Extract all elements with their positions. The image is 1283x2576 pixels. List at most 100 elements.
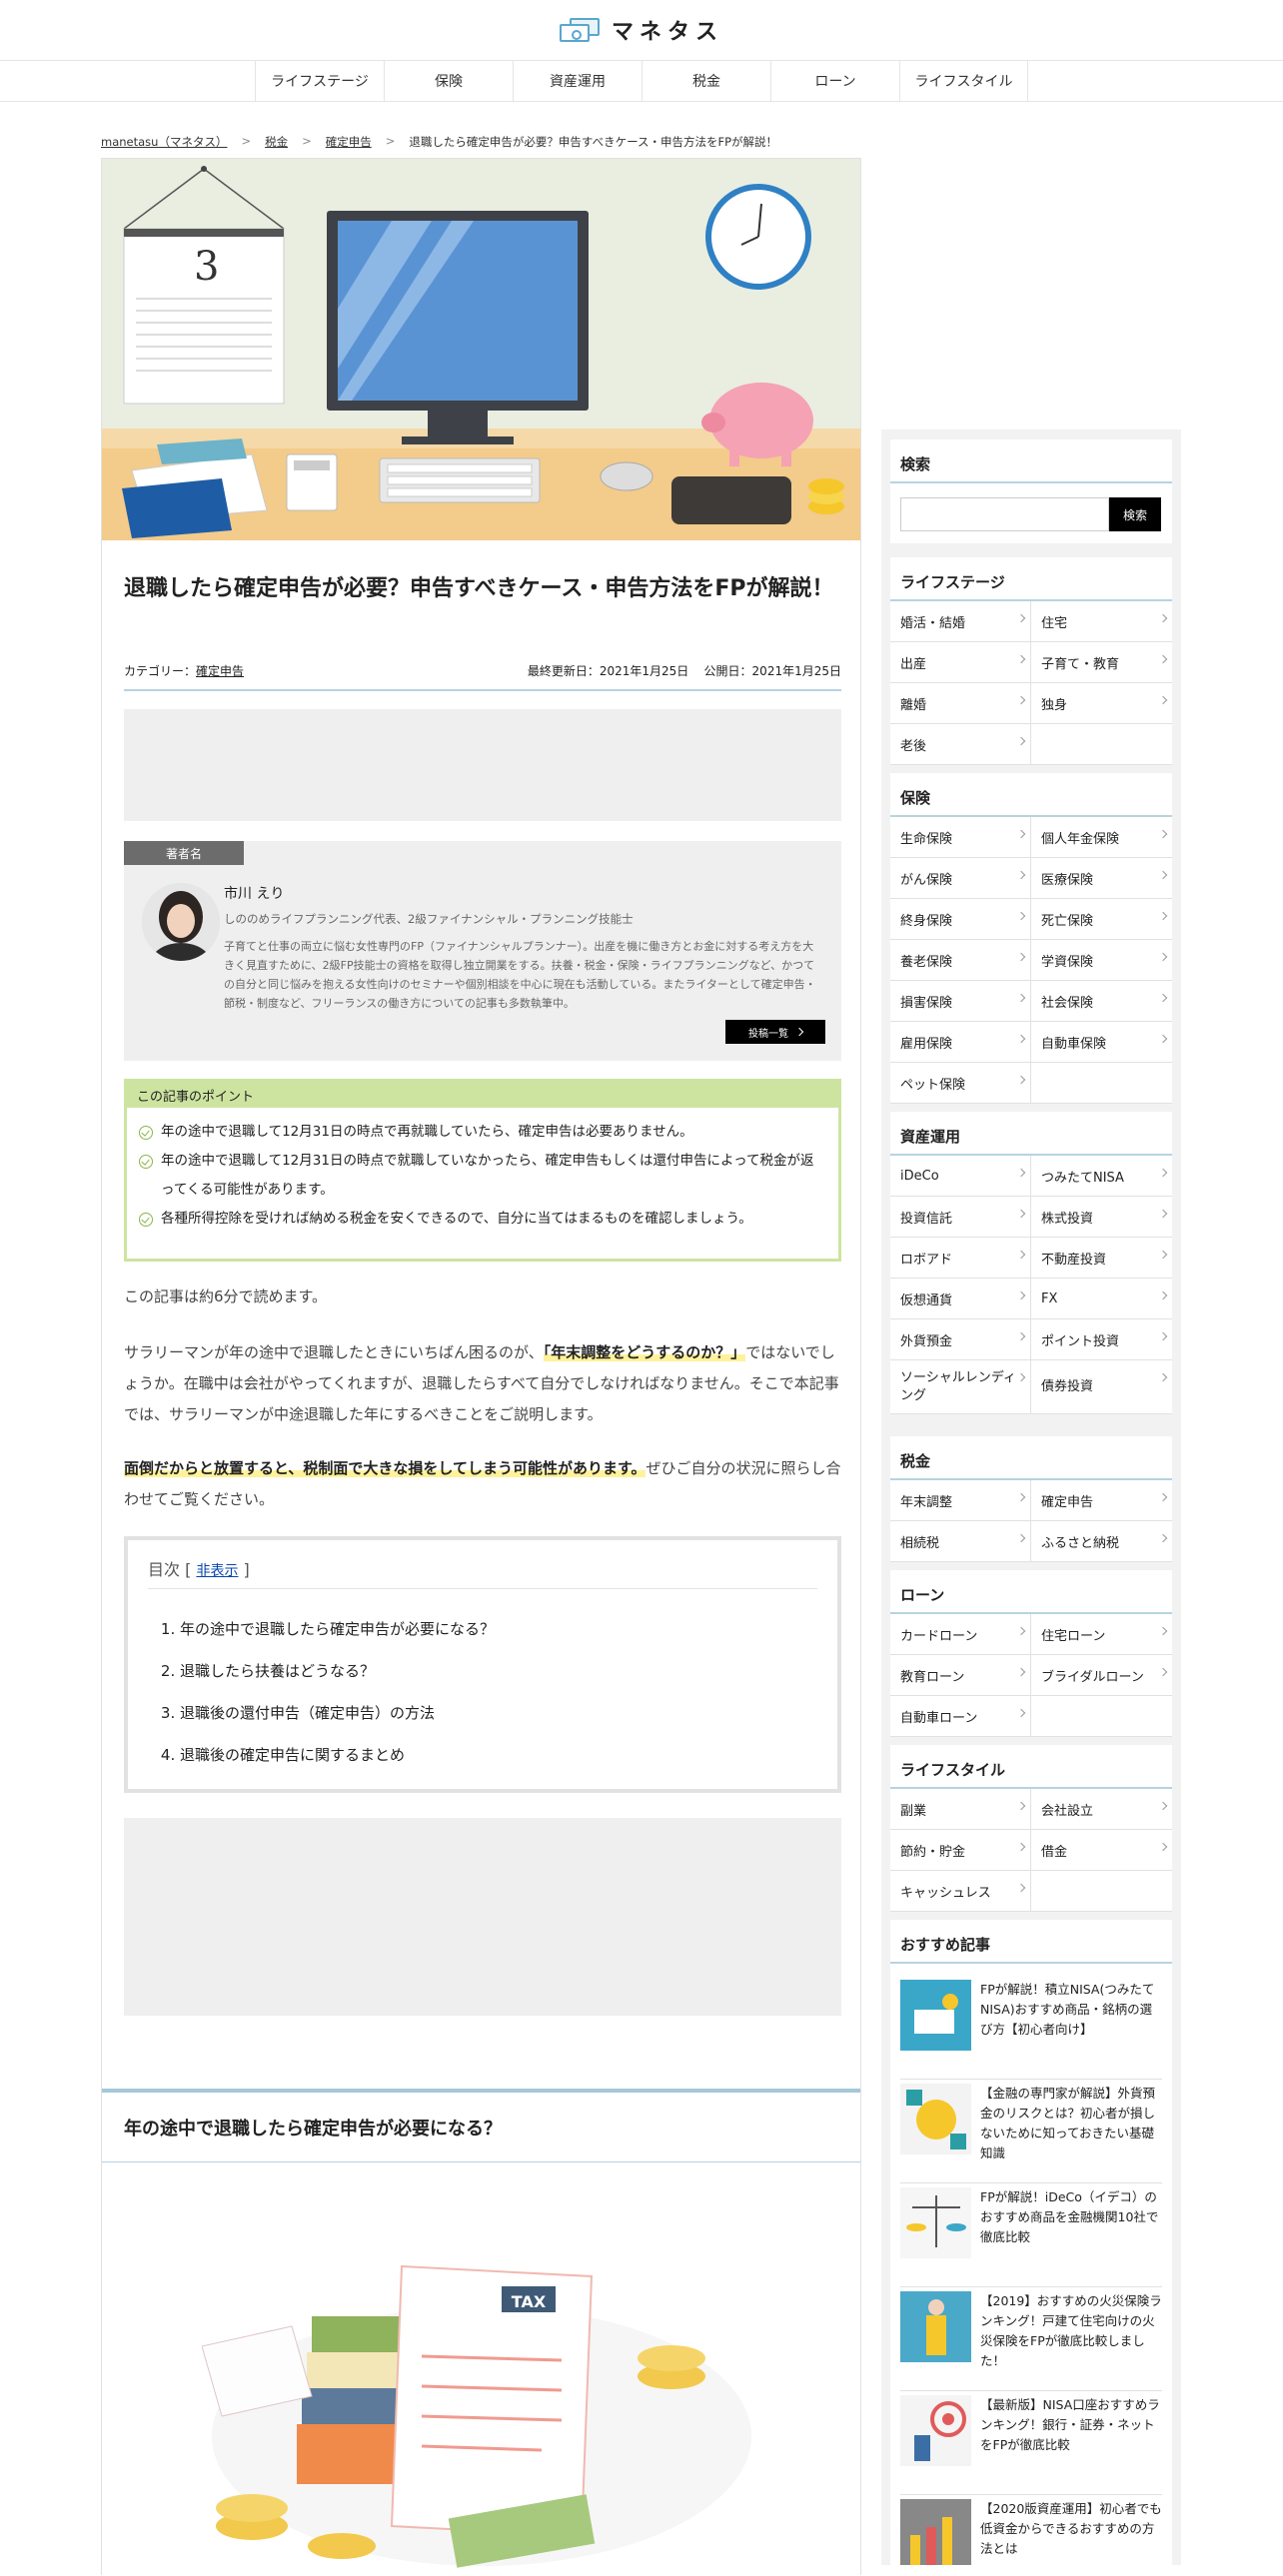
ad-placeholder-top[interactable]	[124, 709, 841, 821]
ad-placeholder-middle[interactable]	[124, 1818, 841, 2016]
sidebar-item-point-investment[interactable]: ポイント投資	[1031, 1319, 1172, 1360]
sidebar-item-label: 自動車ローン	[900, 1710, 978, 1726]
recommended-item[interactable]: 【最新版】NISA口座おすすめランキング！銀行・証券・ネットをFPが徹底比較	[900, 2395, 1162, 2495]
recommended-item[interactable]: 【金融の専門家が解説】外貨預金のリスクとは？初心者が損しないために知っておきたい…	[900, 2084, 1162, 2183]
sidebar-item-mortgage[interactable]: 住宅ローン	[1031, 1614, 1172, 1655]
toc-item[interactable]: 退職したら扶養はどうなる？	[180, 1650, 495, 1692]
chevron-right-icon	[1016, 695, 1026, 705]
site-logo[interactable]: マネタス	[612, 14, 723, 46]
nav-tax[interactable]: 税金	[642, 61, 770, 101]
sidebar-item-employment-insurance[interactable]: 雇用保険	[890, 1022, 1031, 1063]
article-points-box: この記事のポイント 年の途中で退職して12月31日の時点で再就職していたら、確定…	[124, 1079, 841, 1262]
sidebar-item-divorce[interactable]: 離婚	[890, 683, 1031, 724]
loan-title: ローン	[890, 1570, 1172, 1614]
sidebar-item-cancer-insurance[interactable]: がん保険	[890, 858, 1031, 899]
toc-item[interactable]: 退職後の確定申告に関するまとめ	[180, 1734, 495, 1776]
sidebar-item-retirement[interactable]: 老後	[890, 724, 1031, 765]
sidebar-item-endowment[interactable]: 養老保険	[890, 940, 1031, 981]
sidebar-item-saving[interactable]: 節約・貯金	[890, 1830, 1031, 1871]
sidebar-item-ideco[interactable]: iDeCo	[890, 1156, 1031, 1197]
category-link[interactable]: 確定申告	[196, 664, 244, 678]
sidebar-item-furusato[interactable]: ふるさと納税	[1031, 1521, 1172, 1562]
sidebar-item-car-insurance[interactable]: 自動車保険	[1031, 1022, 1172, 1063]
sidebar-item-pet-insurance[interactable]: ペット保険	[890, 1063, 1031, 1104]
chevron-right-icon	[1158, 1290, 1168, 1300]
sidebar-item-crypto[interactable]: 仮想通貨	[890, 1279, 1031, 1319]
sidebar-item-bonds[interactable]: 債券投資	[1031, 1360, 1172, 1414]
nav-life-stage[interactable]: ライフステージ	[255, 61, 384, 101]
sidebar-item-label: 投資信託	[900, 1211, 953, 1227]
breadcrumb-tax-return[interactable]: 確定申告	[326, 134, 372, 150]
sidebar-item-education-loan[interactable]: 教育ローン	[890, 1655, 1031, 1696]
sidebar-item-label: 仮想通貨	[900, 1292, 953, 1308]
toc-toggle-link[interactable]: 非表示	[196, 1563, 238, 1579]
sidebar-item-mutual-fund[interactable]: 投資信託	[890, 1197, 1031, 1238]
sidebar-item-inheritance-tax[interactable]: 相続税	[890, 1521, 1031, 1562]
toc-item[interactable]: 年の途中で退職したら確定申告が必要になる？	[180, 1608, 495, 1650]
sidebar-item-marriage[interactable]: 婚活・結婚	[890, 601, 1031, 642]
author-posts-button[interactable]: 投稿一覧	[725, 1020, 825, 1044]
nav-insurance[interactable]: 保険	[384, 61, 513, 101]
breadcrumb-home[interactable]: manetasu（マネタス）	[101, 134, 227, 150]
chevron-right-icon	[1158, 1667, 1168, 1677]
recommended-item[interactable]: 【2019】おすすめの火災保険ランキング！戸建て住宅向けの火災保険をFPが徹底比…	[900, 2291, 1162, 2391]
sidebar-item-label: 婚活・結婚	[900, 615, 966, 631]
point-text: 年の途中で退職して12月31日の時点で就職していなかったら、確定申告もしくは還付…	[161, 1153, 814, 1198]
sidebar-item-social-insurance[interactable]: 社会保険	[1031, 981, 1172, 1022]
breadcrumb-tax[interactable]: 税金	[265, 134, 288, 150]
chevron-right-icon	[1158, 1209, 1168, 1219]
intro-paragraph: サラリーマンが年の途中で退職したときにいちばん困るのが、「年末調整をどうするのか…	[124, 1337, 841, 1430]
article-main: 3 退職したら確定申告が必要？申告すべきケース・申告方法をFPが解説！ カテゴリ…	[101, 158, 861, 2575]
sidebar-item-tax-return[interactable]: 確定申告	[1031, 1480, 1172, 1521]
toc-title: 目次 [ 非表示 ]	[148, 1556, 250, 1580]
warning-highlight: 面倒だからと放置すると、税制面で大きな損をしてしまう可能性があります。	[124, 1459, 646, 1477]
nav-loan[interactable]: ローン	[770, 61, 899, 101]
recommended-item[interactable]: FPが解説！iDeCo（イデコ）のおすすめ商品を金融機関10社で徹底比較	[900, 2187, 1162, 2287]
sidebar-item-childbirth[interactable]: 出産	[890, 642, 1031, 683]
search-input[interactable]	[900, 497, 1109, 531]
sidebar-item-whole-life[interactable]: 終身保険	[890, 899, 1031, 940]
author-avatar	[142, 883, 220, 961]
chevron-right-icon	[1158, 1034, 1168, 1044]
sidebar-item-foreign-deposit[interactable]: 外貨預金	[890, 1319, 1031, 1360]
sidebar-item-social-lending[interactable]: ソーシャルレンディング	[890, 1360, 1031, 1414]
sidebar-item-label: 教育ローン	[900, 1669, 965, 1685]
sidebar-item-fx[interactable]: FX	[1031, 1279, 1172, 1319]
sidebar-item-card-loan[interactable]: カードローン	[890, 1614, 1031, 1655]
sidebar-item-housing[interactable]: 住宅	[1031, 601, 1172, 642]
sidebar-item-stocks[interactable]: 株式投資	[1031, 1197, 1172, 1238]
recommended-item[interactable]: FPが解説！積立NISA(つみたてNISA)おすすめ商品・銘柄の選び方【初心者向…	[900, 1980, 1162, 2080]
sidebar-item-tsumitate-nisa[interactable]: つみたてNISA	[1031, 1156, 1172, 1197]
search-button[interactable]: 検索	[1109, 497, 1161, 531]
sidebar-item-education-insurance[interactable]: 学資保険	[1031, 940, 1172, 981]
sidebar-item-medical-insurance[interactable]: 医療保険	[1031, 858, 1172, 899]
sidebar-item-year-end-adjustment[interactable]: 年末調整	[890, 1480, 1031, 1521]
nav-investment[interactable]: 資産運用	[513, 61, 642, 101]
sidebar-item-death-insurance[interactable]: 死亡保険	[1031, 899, 1172, 940]
toc-item[interactable]: 退職後の還付申告（確定申告）の方法	[180, 1692, 495, 1734]
nav-lifestyle[interactable]: ライフスタイル	[899, 61, 1028, 101]
published-date: 公開日：2021年1月25日	[703, 664, 841, 678]
category-label: カテゴリー：	[124, 664, 197, 678]
sidebar-item-property-insurance[interactable]: 損害保険	[890, 981, 1031, 1022]
sidebar-item-pension-insurance[interactable]: 個人年金保険	[1031, 817, 1172, 858]
recommended-item[interactable]: 【2020版資産運用】初心者でも低資金からできるおすすめの方法とは	[900, 2499, 1162, 2565]
sidebar-item-robo-advisor[interactable]: ロボアド	[890, 1238, 1031, 1279]
sidebar-item-company-setup[interactable]: 会社設立	[1031, 1789, 1172, 1830]
sidebar-item-car-loan[interactable]: 自動車ローン	[890, 1696, 1031, 1737]
chevron-right-icon	[1016, 911, 1026, 921]
sidebar-item-side-job[interactable]: 副業	[890, 1789, 1031, 1830]
sidebar-item-label: 終身保険	[900, 913, 953, 929]
sidebar-item-single[interactable]: 独身	[1031, 683, 1172, 724]
money-logo-icon[interactable]	[559, 18, 600, 42]
sidebar-item-parenting[interactable]: 子育て・教育	[1031, 642, 1172, 683]
sidebar-item-debt[interactable]: 借金	[1031, 1830, 1172, 1871]
sidebar-item-bridal-loan[interactable]: ブライダルローン	[1031, 1655, 1172, 1696]
insurance-title: 保険	[890, 773, 1172, 817]
sidebar-item-real-estate[interactable]: 不動産投資	[1031, 1238, 1172, 1279]
sidebar-item-cashless[interactable]: キャッシュレス	[890, 1871, 1031, 1912]
chevron-right-icon	[1158, 952, 1168, 962]
sidebar-item-label: 損害保険	[900, 995, 953, 1011]
sidebar-item-life-insurance[interactable]: 生命保険	[890, 817, 1031, 858]
recommended-widget: おすすめ記事 FPが解説！積立NISA(つみたてNISA)おすすめ商品・銘柄の選…	[890, 1920, 1172, 2565]
